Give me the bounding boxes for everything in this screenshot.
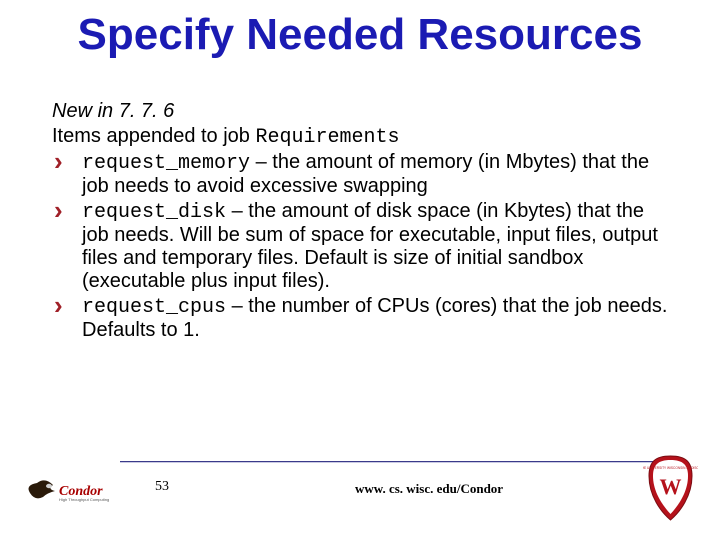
list-item: request_disk – the amount of disk space … [52, 200, 668, 293]
list-item: request_memory – the amount of memory (i… [52, 151, 668, 198]
bullet-list: request_memory – the amount of memory (i… [52, 151, 668, 342]
slide-title: Specify Needed Resources [0, 10, 720, 60]
condor-logo: Condor High Throughput Computing [25, 475, 120, 510]
intro-mono: Requirements [255, 126, 399, 149]
intro-prefix: Items appended to job [52, 125, 255, 147]
svg-text:W: W [660, 474, 682, 499]
bullet-mono: request_cpus [82, 296, 226, 319]
page-number: 53 [155, 479, 169, 495]
footer-url: www. cs. wisc. edu/Condor [355, 481, 503, 497]
list-item: request_cpus – the number of CPUs (cores… [52, 295, 668, 342]
condor-logo-tag: High Throughput Computing [59, 497, 109, 502]
footer-divider [120, 461, 660, 462]
bullet-mono: request_disk [82, 201, 226, 224]
slide-body: New in 7. 7. 6 Items appended to job Req… [52, 100, 668, 344]
wisconsin-logo-text: THE UNIVERSITY WISCONSIN MADISON [643, 466, 698, 470]
intro-line: Items appended to job Requirements [52, 125, 668, 149]
slide: Specify Needed Resources New in 7. 7. 6 … [0, 0, 720, 540]
wisconsin-logo: W THE UNIVERSITY WISCONSIN MADISON [643, 454, 698, 522]
bullet-mono: request_memory [82, 152, 250, 175]
new-in-line: New in 7. 7. 6 [52, 100, 668, 123]
